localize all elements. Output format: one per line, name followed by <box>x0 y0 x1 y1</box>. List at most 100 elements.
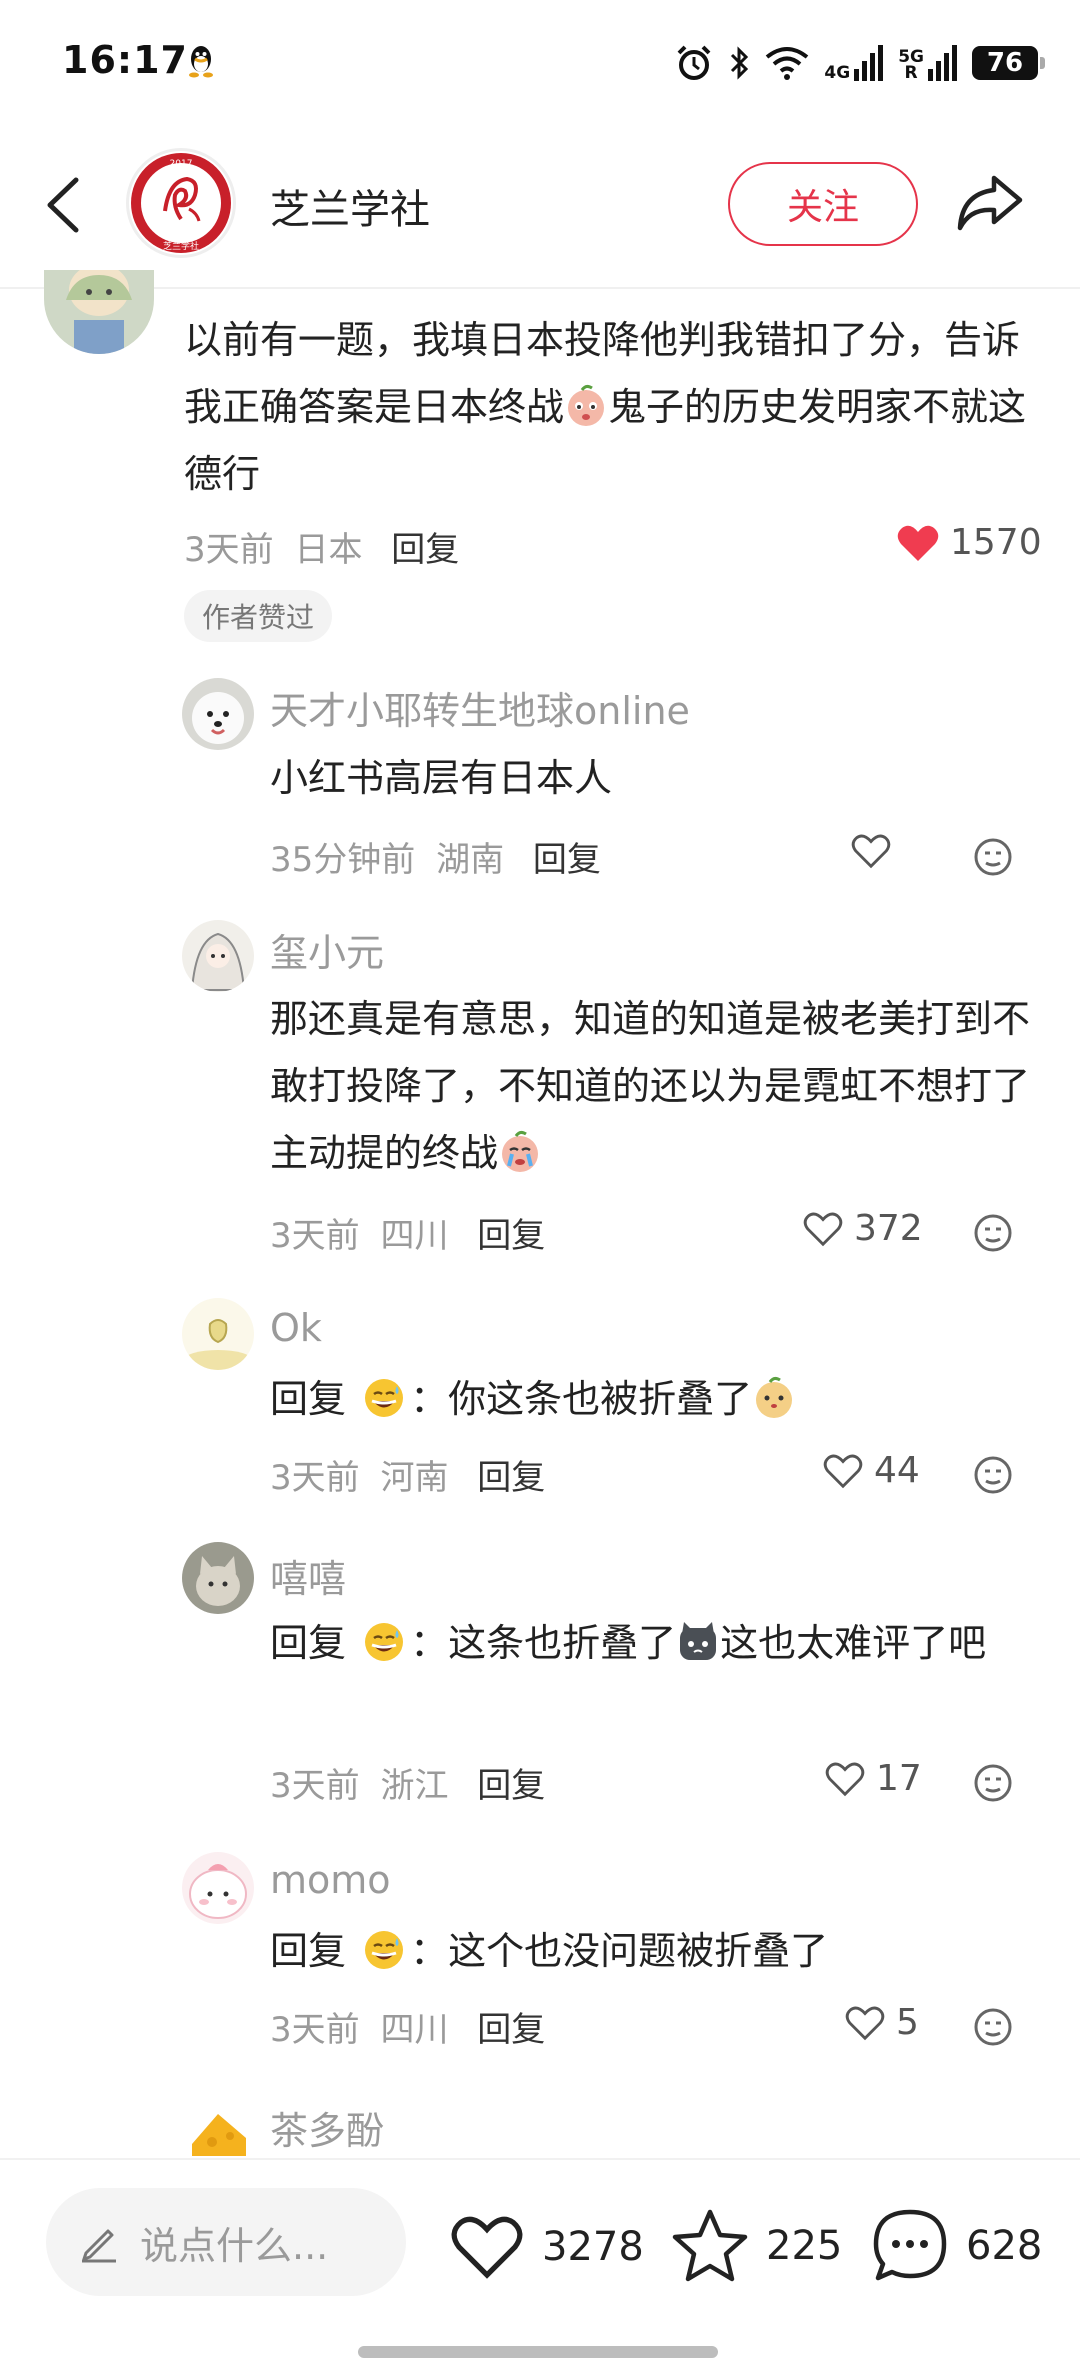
reply-button[interactable]: 回复 <box>477 1216 545 1256</box>
author-avatar[interactable]: 2017 芝兰学社 <box>126 148 236 258</box>
reply-button[interactable]: 回复 <box>477 2010 545 2050</box>
commenter-avatar[interactable] <box>44 270 154 354</box>
avatar-illustration-icon <box>44 270 154 354</box>
status-icons: 4G 5G R 76 <box>674 38 1045 88</box>
anime-avatar-icon <box>182 920 254 992</box>
logo-year: 2017 <box>170 159 193 169</box>
heart-outline-icon[interactable] <box>824 1760 866 1798</box>
sweat-smile-emoji-icon <box>365 1931 404 1969</box>
reply-text: 回复 ：这个也没问题被折叠了 <box>270 1929 829 1973</box>
like-count: 1570 <box>950 522 1042 563</box>
signal-bars-icon <box>928 45 957 81</box>
pencil-icon <box>82 2229 116 2263</box>
emoji-face-icon[interactable] <box>972 1454 1014 1496</box>
reply-avatar[interactable] <box>182 1542 254 1614</box>
emoji-face-icon[interactable] <box>972 2006 1014 2048</box>
reply-username[interactable]: Ok <box>270 1306 322 1350</box>
reply-button[interactable]: 回复 <box>477 1458 545 1498</box>
signal-2: 5G R <box>898 45 958 82</box>
comment-placeholder: 说点什么... <box>140 2223 329 2268</box>
heart-filled-icon[interactable] <box>896 523 940 563</box>
qq-penguin-icon <box>189 46 213 78</box>
reply-button[interactable]: 回复 <box>533 840 601 880</box>
cute-face-emoji-icon <box>756 1376 793 1418</box>
bluetooth-icon <box>731 46 749 80</box>
battery-indicator: 76 <box>972 46 1045 80</box>
author-liked-badge: 作者赞过 <box>184 590 333 642</box>
like-count: 44 <box>874 1450 920 1491</box>
pink-character-avatar-icon <box>182 1852 254 1924</box>
heart-outline-icon <box>451 2216 523 2279</box>
logo-text: 芝兰学社 <box>163 240 199 252</box>
reply-avatar[interactable] <box>182 920 254 992</box>
reply-like[interactable]: 372 <box>802 1208 923 1249</box>
like-count: 5 <box>896 2002 919 2043</box>
star-icon <box>672 2209 748 2282</box>
post-favorite-button[interactable]: 225 <box>670 2206 842 2286</box>
reply-avatar[interactable] <box>182 2098 254 2160</box>
post-favorite-count: 225 <box>766 2223 843 2269</box>
reply-button[interactable]: 回复 <box>391 530 459 570</box>
sweat-smile-emoji-icon <box>365 1623 404 1661</box>
share-icon[interactable] <box>952 168 1028 238</box>
back-icon[interactable] <box>36 170 96 240</box>
chat-bubble-icon <box>873 2209 947 2281</box>
reply-text: 那还真是有意思，知道的知道是被老美打到不敢打投降了，不知道的还以为是霓虹不想打了… <box>270 997 1031 1175</box>
heart-outline-icon[interactable] <box>822 1452 864 1490</box>
emoji-face-icon[interactable] <box>972 1212 1014 1254</box>
reply-like[interactable]: 44 <box>822 1450 920 1491</box>
cat-photo-avatar-icon <box>182 1542 254 1614</box>
gray-cat-emoji-icon <box>680 1622 717 1660</box>
main-comment-meta: 3天前 日本 回复 <box>184 530 460 570</box>
reply-text: 小红书高层有日本人 <box>270 756 613 800</box>
reply-username[interactable]: 天才小耶转生地球online <box>270 680 690 735</box>
society-logo-icon: 2017 芝兰学社 <box>131 153 231 253</box>
heart-outline-icon[interactable] <box>802 1210 844 1248</box>
reply-username[interactable]: 玺小元 <box>270 922 384 977</box>
reply-like[interactable] <box>850 832 892 870</box>
comment-input[interactable]: 说点什么... <box>46 2188 406 2296</box>
heart-outline-icon[interactable] <box>850 832 892 870</box>
signal-1: 4G <box>824 45 884 82</box>
heart-outline-icon[interactable] <box>844 2004 886 2042</box>
signal-bars-icon <box>854 45 884 81</box>
like-count: 372 <box>854 1208 923 1249</box>
reply-avatar[interactable] <box>182 1298 254 1370</box>
home-indicator[interactable] <box>358 2346 718 2358</box>
post-like-button[interactable]: 3278 <box>448 2212 644 2282</box>
reply-meta: 3天前 河南 回复 <box>270 1458 546 1498</box>
reply-avatar[interactable] <box>182 1852 254 1924</box>
dog-avatar-icon <box>182 678 254 750</box>
follow-button[interactable]: 关注 <box>728 162 918 246</box>
post-like-count: 3278 <box>542 2224 644 2270</box>
main-comment-like[interactable]: 1570 <box>896 522 1042 563</box>
reply-text: 回复 ：你这条也被折叠了 <box>270 1366 796 1433</box>
header-divider <box>0 287 1080 289</box>
reply-meta: 3天前 浙江 回复 <box>270 1766 546 1806</box>
emoji-face-icon[interactable] <box>972 836 1014 878</box>
reply-like[interactable]: 17 <box>824 1758 922 1799</box>
reply-username[interactable]: momo <box>270 1858 391 1902</box>
reply-meta: 3天前 四川 回复 <box>270 1216 546 1256</box>
reply-avatar[interactable] <box>182 678 254 750</box>
emoji-face-icon[interactable] <box>972 1762 1014 1804</box>
reply-meta: 35分钟前 湖南 回复 <box>270 840 601 880</box>
crying-face-emoji-icon <box>502 1130 539 1172</box>
main-comment-text: 以前有一题，我填日本投降他判我错扣了分，告诉我正确答案是日本终战 鬼子的历史发明家… <box>184 318 1027 496</box>
alarm-icon <box>677 45 711 80</box>
sweat-smile-emoji-icon <box>365 1379 404 1417</box>
reply-text: 回复 ：这条也折叠了 这也太难评了吧 <box>270 1621 987 1665</box>
like-count: 17 <box>876 1758 922 1799</box>
reply-meta: 3天前 四川 回复 <box>270 2010 546 2050</box>
wifi-icon <box>766 47 809 80</box>
post-comment-count: 628 <box>966 2223 1043 2269</box>
reply-username[interactable]: 茶多酚 <box>270 2100 384 2155</box>
cartoon-avatar-icon <box>182 1298 254 1370</box>
post-comment-button[interactable]: 628 <box>870 2206 1042 2286</box>
reply-like[interactable]: 5 <box>844 2002 919 2043</box>
status-time: 16:17 <box>62 38 188 82</box>
page-title[interactable]: 芝兰学社 <box>270 177 430 235</box>
cheese-avatar-icon <box>182 2098 254 2160</box>
reply-username[interactable]: 嘻嘻 <box>270 1548 346 1603</box>
reply-button[interactable]: 回复 <box>477 1766 545 1806</box>
